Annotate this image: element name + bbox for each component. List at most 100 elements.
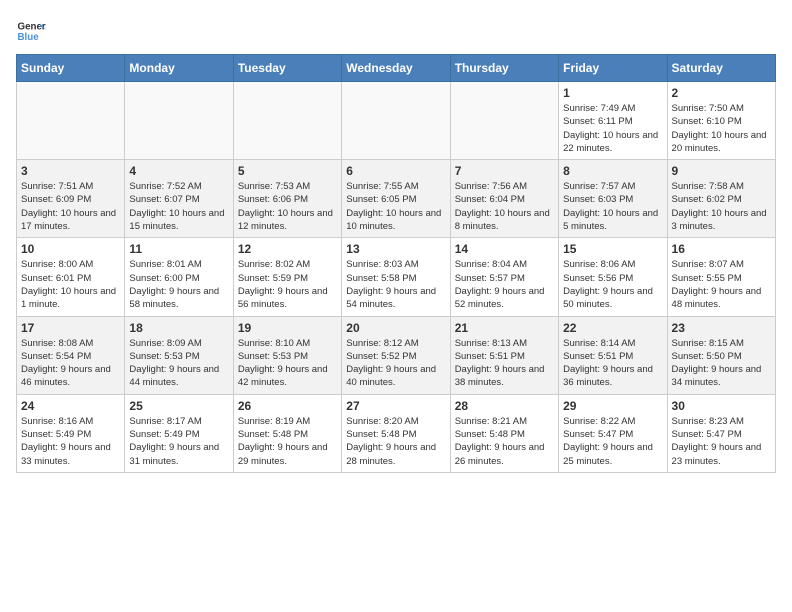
calendar-day-cell: 7 Sunrise: 7:56 AM Sunset: 6:04 PM Daylig…	[450, 160, 558, 238]
day-info: Sunrise: 8:06 AM Sunset: 5:56 PM Dayligh…	[563, 258, 662, 311]
calendar-day-cell: 6Sunrise: 7:55 AM Sunset: 6:05 PM Daylig…	[342, 160, 450, 238]
day-info: Sunrise: 8:01 AM Sunset: 6:00 PM Dayligh…	[129, 258, 228, 311]
day-info: Sunrise: 8:21 AM Sunset: 5:48 PM Dayligh…	[455, 415, 554, 468]
svg-text:Blue: Blue	[18, 32, 40, 43]
calendar-table: SundayMondayTuesdayWednesdayThursdayFrid…	[16, 54, 776, 473]
day-number: 2	[672, 86, 771, 100]
calendar-day-cell	[450, 82, 558, 160]
calendar-day-cell	[125, 82, 233, 160]
day-number: 21	[455, 321, 554, 335]
day-info: Sunrise: 8:19 AM Sunset: 5:48 PM Dayligh…	[238, 415, 337, 468]
calendar-day-cell: 3 Sunrise: 7:51 AM Sunset: 6:09 PM Daylig…	[17, 160, 125, 238]
calendar-day-cell: 12Sunrise: 8:02 AM Sunset: 5:59 PM Dayli…	[233, 238, 341, 316]
day-number: 7	[455, 164, 554, 178]
day-number: 5	[238, 164, 337, 178]
calendar-day-cell: 16 Sunrise: 8:07 AM Sunset: 5:55 PM Dayli…	[667, 238, 775, 316]
day-info: Sunrise: 8:23 AM Sunset: 5:47 PM Dayligh…	[672, 415, 771, 468]
day-info: Sunrise: 7:53 AM Sunset: 6:06 PM Dayligh…	[238, 180, 337, 233]
day-info: Sunrise: 8:04 AM Sunset: 5:57 PM Dayligh…	[455, 258, 554, 311]
day-number: 14	[455, 242, 554, 256]
calendar-week-row: 24 Sunrise: 8:16 AM Sunset: 5:49 PM Dayli…	[17, 394, 776, 472]
calendar-day-cell: 4 Sunrise: 7:52 AM Sunset: 6:07 PM Daylig…	[125, 160, 233, 238]
calendar-day-cell: 21 Sunrise: 8:13 AM Sunset: 5:51 PM Dayli…	[450, 316, 558, 394]
day-number: 12	[238, 242, 337, 256]
day-number: 10	[21, 242, 120, 256]
calendar-day-cell: 13Sunrise: 8:03 AM Sunset: 5:58 PM Dayli…	[342, 238, 450, 316]
day-number: 22	[563, 321, 662, 335]
day-info: Sunrise: 7:49 AM Sunset: 6:11 PM Dayligh…	[563, 102, 662, 155]
day-number: 29	[563, 399, 662, 413]
day-info: Sunrise: 8:08 AM Sunset: 5:54 PM Dayligh…	[21, 337, 120, 390]
day-info: Sunrise: 8:20 AM Sunset: 5:48 PM Dayligh…	[346, 415, 445, 468]
day-number: 15	[563, 242, 662, 256]
day-number: 20	[346, 321, 445, 335]
day-number: 8	[563, 164, 662, 178]
day-number: 4	[129, 164, 228, 178]
day-number: 24	[21, 399, 120, 413]
day-info: Sunrise: 7:58 AM Sunset: 6:02 PM Dayligh…	[672, 180, 771, 233]
day-number: 19	[238, 321, 337, 335]
calendar-day-cell: 26 Sunrise: 8:19 AM Sunset: 5:48 PM Dayli…	[233, 394, 341, 472]
logo-icon: General Blue	[16, 16, 46, 46]
calendar-day-cell: 1 Sunrise: 7:49 AM Sunset: 6:11 PM Daylig…	[559, 82, 667, 160]
day-info: Sunrise: 7:50 AM Sunset: 6:10 PM Dayligh…	[672, 102, 771, 155]
calendar-day-cell: 9Sunrise: 7:58 AM Sunset: 6:02 PM Daylig…	[667, 160, 775, 238]
calendar-day-cell: 15 Sunrise: 8:06 AM Sunset: 5:56 PM Dayli…	[559, 238, 667, 316]
day-info: Sunrise: 8:09 AM Sunset: 5:53 PM Dayligh…	[129, 337, 228, 390]
calendar-day-cell: 17 Sunrise: 8:08 AM Sunset: 5:54 PM Dayli…	[17, 316, 125, 394]
day-number: 26	[238, 399, 337, 413]
calendar-week-row: 3 Sunrise: 7:51 AM Sunset: 6:09 PM Daylig…	[17, 160, 776, 238]
weekday-header: Tuesday	[233, 55, 341, 82]
day-info: Sunrise: 8:15 AM Sunset: 5:50 PM Dayligh…	[672, 337, 771, 390]
day-info: Sunrise: 8:16 AM Sunset: 5:49 PM Dayligh…	[21, 415, 120, 468]
logo: General Blue	[16, 16, 46, 46]
day-info: Sunrise: 8:17 AM Sunset: 5:49 PM Dayligh…	[129, 415, 228, 468]
day-number: 23	[672, 321, 771, 335]
weekday-header: Sunday	[17, 55, 125, 82]
day-number: 27	[346, 399, 445, 413]
day-number: 17	[21, 321, 120, 335]
calendar-day-cell	[233, 82, 341, 160]
calendar-day-cell: 10Sunrise: 8:00 AM Sunset: 6:01 PM Dayli…	[17, 238, 125, 316]
day-info: Sunrise: 8:22 AM Sunset: 5:47 PM Dayligh…	[563, 415, 662, 468]
day-number: 25	[129, 399, 228, 413]
calendar-day-cell: 2 Sunrise: 7:50 AM Sunset: 6:10 PM Daylig…	[667, 82, 775, 160]
calendar-day-cell: 28Sunrise: 8:21 AM Sunset: 5:48 PM Dayli…	[450, 394, 558, 472]
day-number: 11	[129, 242, 228, 256]
calendar-day-cell: 20 Sunrise: 8:12 AM Sunset: 5:52 PM Dayli…	[342, 316, 450, 394]
calendar-day-cell: 8Sunrise: 7:57 AM Sunset: 6:03 PM Daylig…	[559, 160, 667, 238]
calendar-day-cell: 27 Sunrise: 8:20 AM Sunset: 5:48 PM Dayli…	[342, 394, 450, 472]
day-info: Sunrise: 8:07 AM Sunset: 5:55 PM Dayligh…	[672, 258, 771, 311]
page-header: General Blue	[16, 16, 776, 46]
calendar-header-row: SundayMondayTuesdayWednesdayThursdayFrid…	[17, 55, 776, 82]
day-info: Sunrise: 8:10 AM Sunset: 5:53 PM Dayligh…	[238, 337, 337, 390]
calendar-day-cell: 5 Sunrise: 7:53 AM Sunset: 6:06 PM Daylig…	[233, 160, 341, 238]
weekday-header: Friday	[559, 55, 667, 82]
calendar-day-cell: 23 Sunrise: 8:15 AM Sunset: 5:50 PM Dayli…	[667, 316, 775, 394]
calendar-day-cell	[17, 82, 125, 160]
day-info: Sunrise: 7:55 AM Sunset: 6:05 PM Dayligh…	[346, 180, 445, 233]
day-number: 18	[129, 321, 228, 335]
calendar-day-cell: 24 Sunrise: 8:16 AM Sunset: 5:49 PM Dayli…	[17, 394, 125, 472]
day-number: 1	[563, 86, 662, 100]
calendar-week-row: 1 Sunrise: 7:49 AM Sunset: 6:11 PM Daylig…	[17, 82, 776, 160]
day-number: 30	[672, 399, 771, 413]
weekday-header: Saturday	[667, 55, 775, 82]
day-info: Sunrise: 8:14 AM Sunset: 5:51 PM Dayligh…	[563, 337, 662, 390]
day-number: 16	[672, 242, 771, 256]
calendar-day-cell: 22 Sunrise: 8:14 AM Sunset: 5:51 PM Dayli…	[559, 316, 667, 394]
day-number: 3	[21, 164, 120, 178]
calendar-day-cell: 25 Sunrise: 8:17 AM Sunset: 5:49 PM Dayli…	[125, 394, 233, 472]
calendar-day-cell	[342, 82, 450, 160]
day-info: Sunrise: 8:13 AM Sunset: 5:51 PM Dayligh…	[455, 337, 554, 390]
calendar-day-cell: 14 Sunrise: 8:04 AM Sunset: 5:57 PM Dayli…	[450, 238, 558, 316]
weekday-header: Thursday	[450, 55, 558, 82]
calendar-day-cell: 18 Sunrise: 8:09 AM Sunset: 5:53 PM Dayli…	[125, 316, 233, 394]
day-info: Sunrise: 7:51 AM Sunset: 6:09 PM Dayligh…	[21, 180, 120, 233]
day-info: Sunrise: 7:56 AM Sunset: 6:04 PM Dayligh…	[455, 180, 554, 233]
calendar-day-cell: 30 Sunrise: 8:23 AM Sunset: 5:47 PM Dayli…	[667, 394, 775, 472]
day-info: Sunrise: 8:03 AM Sunset: 5:58 PM Dayligh…	[346, 258, 445, 311]
calendar-day-cell: 29 Sunrise: 8:22 AM Sunset: 5:47 PM Dayli…	[559, 394, 667, 472]
day-info: Sunrise: 7:52 AM Sunset: 6:07 PM Dayligh…	[129, 180, 228, 233]
day-info: Sunrise: 8:12 AM Sunset: 5:52 PM Dayligh…	[346, 337, 445, 390]
